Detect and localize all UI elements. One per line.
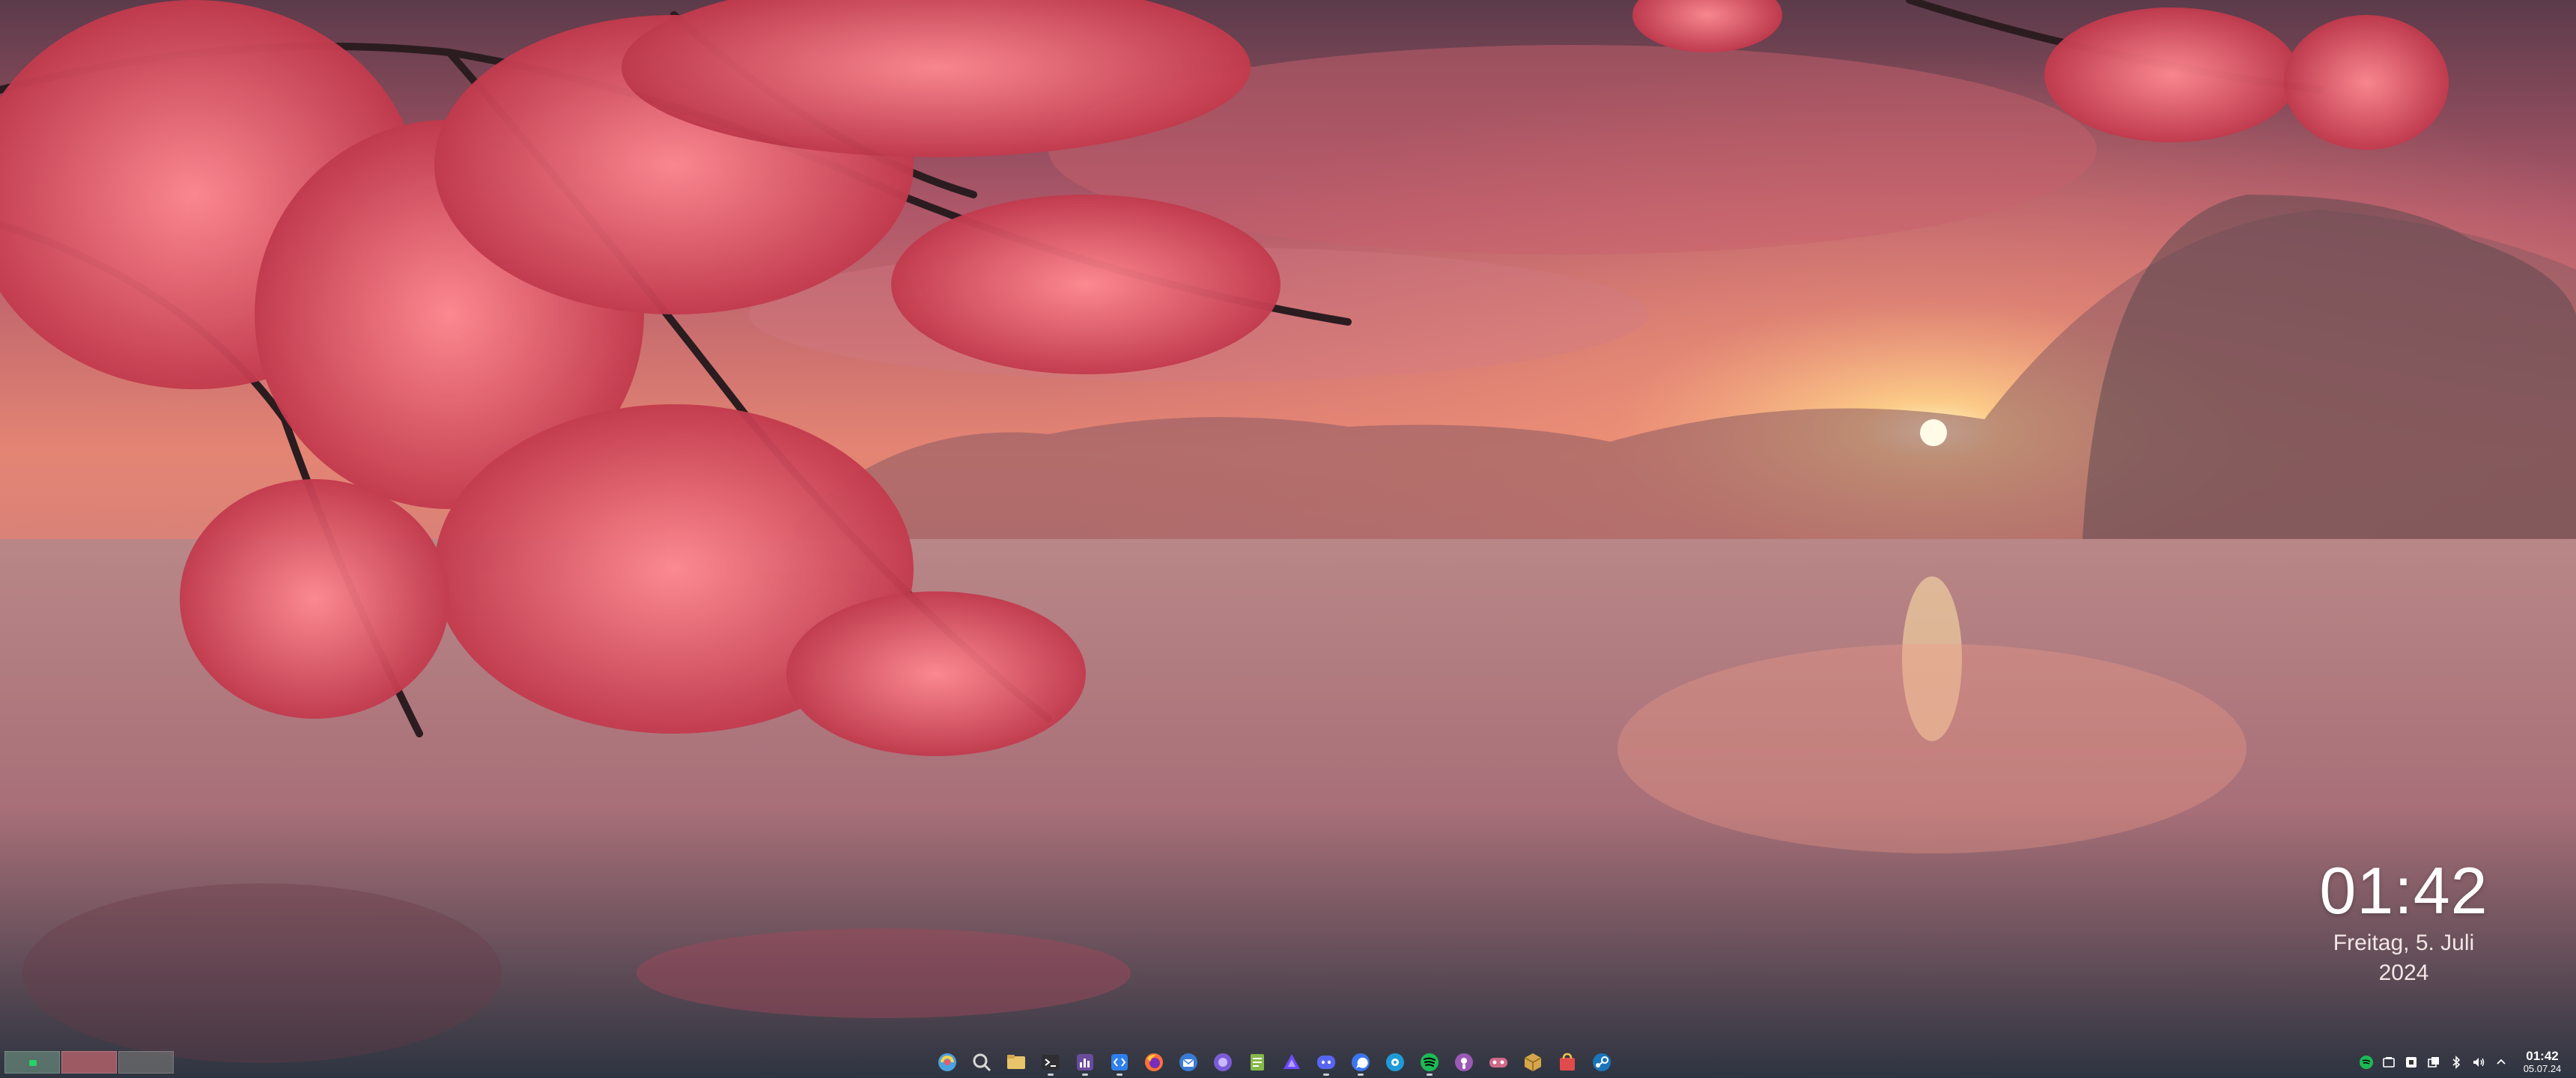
terminal-button[interactable] xyxy=(1036,1048,1066,1077)
volume-tray-icon xyxy=(2473,1058,2485,1067)
file-manager-icon xyxy=(1007,1055,1025,1069)
media-tray-icon xyxy=(2406,1057,2416,1068)
proton-vpn-button[interactable] xyxy=(1277,1048,1307,1077)
clipboard-tray-icon xyxy=(2383,1057,2395,1068)
game-controller-button[interactable] xyxy=(1483,1048,1513,1077)
taskbar-clock-time: 01:42 xyxy=(2526,1049,2559,1063)
podcast-icon xyxy=(1455,1053,1473,1071)
taskbar-clock-date: 05.07.24 xyxy=(2523,1063,2562,1074)
firefox-icon xyxy=(1145,1053,1163,1071)
terminal-icon xyxy=(1042,1055,1060,1070)
notes-icon xyxy=(1251,1054,1264,1071)
windows-tray-icon xyxy=(2428,1057,2439,1068)
running-indicator xyxy=(1082,1074,1088,1076)
volume-tray-button[interactable] xyxy=(2470,1050,2488,1075)
running-indicator xyxy=(1048,1074,1054,1076)
discord-button[interactable] xyxy=(1311,1048,1341,1077)
game-controller-icon xyxy=(1489,1058,1507,1068)
signal-button[interactable] xyxy=(1346,1048,1376,1077)
spotify-tray-icon xyxy=(2360,1056,2373,1069)
spotify-icon xyxy=(1421,1053,1439,1071)
spotify-button[interactable] xyxy=(1415,1048,1445,1077)
thunderbird-icon xyxy=(1179,1053,1197,1071)
pager-desktop-3[interactable] xyxy=(118,1051,174,1074)
browser-button[interactable] xyxy=(1208,1048,1238,1077)
app-launcher-button[interactable] xyxy=(932,1048,962,1077)
package-manager-button[interactable] xyxy=(1518,1048,1548,1077)
clipboard-tray-button[interactable] xyxy=(2380,1050,2398,1075)
virtual-desktop-pager xyxy=(4,1051,174,1074)
desktop-clock-widget: 01:42 Freitag, 5. Juli 2024 xyxy=(2291,853,2516,988)
bluetooth-tray-icon xyxy=(2452,1056,2461,1069)
running-indicator xyxy=(1427,1074,1433,1076)
task-manager xyxy=(932,1048,1617,1077)
desktop-clock-date-line1: Freitag, 5. Juli xyxy=(2333,931,2475,955)
discord-icon xyxy=(1317,1056,1335,1069)
desktop-clock-time: 01:42 xyxy=(2319,853,2488,928)
running-indicator xyxy=(1323,1074,1329,1076)
spotify-tray-button[interactable] xyxy=(2357,1050,2375,1075)
signal-icon xyxy=(1352,1053,1370,1071)
store-button[interactable] xyxy=(1552,1048,1582,1077)
proton-vpn-icon xyxy=(1284,1054,1300,1069)
code-editor-icon xyxy=(1111,1054,1128,1071)
network-button[interactable] xyxy=(1380,1048,1410,1077)
steam-icon xyxy=(1593,1053,1611,1071)
podcast-button[interactable] xyxy=(1449,1048,1479,1077)
thunderbird-button[interactable] xyxy=(1173,1048,1203,1077)
system-tray xyxy=(2357,1050,2510,1075)
network-icon xyxy=(1386,1053,1404,1071)
desktop-wallpaper xyxy=(0,0,2576,1078)
running-indicator xyxy=(1358,1074,1364,1076)
taskbar-clock[interactable]: 01:42 05.07.24 xyxy=(2510,1049,2575,1075)
desktop-clock-date-line2: 2024 xyxy=(2378,960,2429,985)
bluetooth-tray-button[interactable] xyxy=(2447,1050,2465,1075)
search-button[interactable] xyxy=(967,1048,997,1077)
browser-icon xyxy=(1214,1053,1232,1071)
file-manager-button[interactable] xyxy=(1001,1048,1031,1077)
media-tray-button[interactable] xyxy=(2402,1050,2420,1075)
expand-tray-button[interactable] xyxy=(2492,1050,2510,1075)
search-icon xyxy=(973,1053,991,1072)
package-icon xyxy=(1524,1053,1542,1071)
app-launcher-icon xyxy=(938,1053,956,1071)
expand-tray-icon xyxy=(2497,1059,2506,1065)
store-icon xyxy=(1560,1053,1575,1071)
notes-button[interactable] xyxy=(1242,1048,1272,1077)
code-editor-button[interactable] xyxy=(1105,1048,1134,1077)
task-manager-button[interactable] xyxy=(1070,1048,1100,1077)
steam-button[interactable] xyxy=(1587,1048,1617,1077)
pager-desktop-2[interactable] xyxy=(61,1051,117,1074)
pager-desktop-1[interactable] xyxy=(4,1051,60,1074)
windows-tray-button[interactable] xyxy=(2425,1050,2443,1075)
running-indicator xyxy=(1117,1074,1123,1076)
pager-window-icon xyxy=(29,1060,37,1066)
task-manager-icon xyxy=(1077,1054,1093,1071)
firefox-button[interactable] xyxy=(1139,1048,1169,1077)
